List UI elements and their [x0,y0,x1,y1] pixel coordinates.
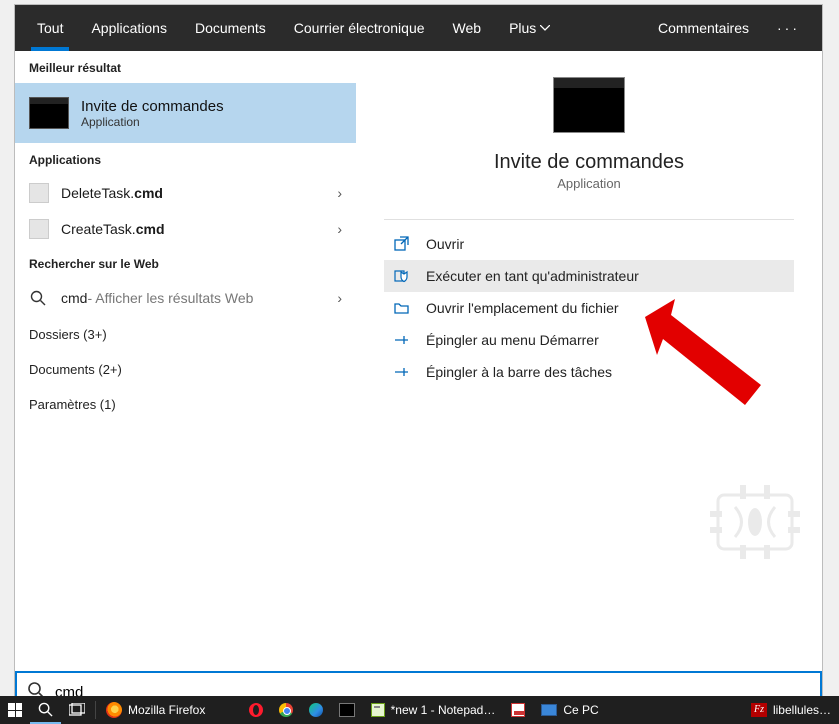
taskbar-filezilla[interactable]: Fz libellules… [743,696,839,724]
apps-header: Applications [15,143,356,175]
more-options-button[interactable]: ··· [763,20,814,36]
tab-web[interactable]: Web [439,5,496,51]
watermark-icon [710,477,800,567]
filezilla-icon: Fz [751,703,767,717]
category-folders[interactable]: Dossiers (3+) [15,317,356,352]
taskbar-chrome[interactable] [271,696,301,724]
app-result-createtask[interactable]: CreateTask.cmd › [15,211,356,247]
chevron-right-icon[interactable]: › [337,290,342,306]
cmd-app-icon [29,97,69,129]
chevron-down-icon [540,25,550,31]
taskbar-this-pc-label: Ce PC [563,703,598,717]
taskbar-this-pc[interactable]: Ce PC [533,696,606,724]
results-left-column: Meilleur résultat Invite de commandes Ap… [15,51,356,645]
search-icon [29,289,47,307]
app-result-deletetask[interactable]: DeleteTask.cmd › [15,175,356,211]
best-match-header: Meilleur résultat [15,51,356,83]
taskbar-search-button[interactable] [30,696,61,724]
windows-logo-icon [8,703,22,717]
chevron-right-icon[interactable]: › [337,221,342,237]
action-pin-start-label: Épingler au menu Démarrer [426,332,599,348]
taskbar-notepadpp[interactable]: *new 1 - Notepad… [363,696,504,724]
web-search-header: Rechercher sur le Web [15,247,356,279]
tab-more-label: Plus [509,20,536,36]
edge-icon [309,703,323,717]
app-result-label: CreateTask.cmd [61,221,165,237]
taskbar-firefox[interactable]: Mozilla Firefox [98,696,213,724]
notepadpp-icon [371,703,385,717]
best-match-title: Invite de commandes [81,98,224,115]
tab-email[interactable]: Courrier électronique [280,5,439,51]
taskbar-edge[interactable] [301,696,331,724]
filter-tabbar: Tout Applications Documents Courrier éle… [15,5,822,51]
taskbar: Mozilla Firefox *new 1 - Notepad… Ce PC … [0,696,839,724]
taskbar-filezilla-label: libellules… [773,703,831,717]
chevron-right-icon[interactable]: › [337,185,342,201]
cmd-icon [339,703,355,717]
web-search-hint: - Afficher les résultats Web [87,290,253,306]
app-large-icon [553,77,625,133]
pin-icon [392,364,412,380]
task-view-icon [69,703,85,717]
action-open[interactable]: Ouvrir [384,228,794,260]
action-run-as-admin-label: Exécuter en tant qu'administrateur [426,268,639,284]
tab-all[interactable]: Tout [23,5,77,51]
details-pane: Invite de commandes Application Ouvrir E… [356,51,822,645]
taskbar-firefox-label: Mozilla Firefox [128,703,205,717]
web-search-item[interactable]: cmd - Afficher les résultats Web › [15,279,356,317]
taskbar-opera[interactable] [241,696,271,724]
tab-more[interactable]: Plus [495,5,564,51]
file-red-icon [511,703,525,717]
task-view-button[interactable] [61,696,93,724]
category-settings[interactable]: Paramètres (1) [15,387,356,422]
tab-documents[interactable]: Documents [181,5,280,51]
this-pc-icon [541,704,557,716]
chrome-icon [279,703,293,717]
best-match-item[interactable]: Invite de commandes Application [15,83,356,143]
best-match-subtitle: Application [81,115,224,129]
divider [384,219,794,220]
shield-admin-icon [392,268,412,284]
opera-icon [249,703,263,717]
app-subtitle: Application [384,176,794,191]
action-open-label: Ouvrir [426,236,464,252]
results-body: Meilleur résultat Invite de commandes Ap… [15,51,822,645]
tab-applications[interactable]: Applications [77,5,181,51]
app-title: Invite de commandes [384,151,794,174]
taskbar-separator [95,701,96,719]
feedback-link[interactable]: Commentaires [644,5,763,51]
action-pin-taskbar[interactable]: Épingler à la barre des tâches [384,356,794,388]
action-run-as-admin[interactable]: Exécuter en tant qu'administrateur [384,260,794,292]
firefox-icon [106,702,122,718]
action-pin-start[interactable]: Épingler au menu Démarrer [384,324,794,356]
taskbar-file[interactable] [503,696,533,724]
action-pin-taskbar-label: Épingler à la barre des tâches [426,364,612,380]
web-search-query: cmd [61,290,87,306]
app-result-label: DeleteTask.cmd [61,185,163,201]
open-icon [392,236,412,252]
taskbar-cmd[interactable] [331,696,363,724]
file-icon [29,219,49,239]
search-icon [38,702,53,717]
pin-icon [392,332,412,348]
file-icon [29,183,49,203]
category-documents[interactable]: Documents (2+) [15,352,356,387]
start-button[interactable] [0,696,30,724]
folder-icon [392,300,412,316]
taskbar-notepadpp-label: *new 1 - Notepad… [391,703,496,717]
best-match-text: Invite de commandes Application [81,98,224,129]
action-open-file-location[interactable]: Ouvrir l'emplacement du fichier [384,292,794,324]
search-window: Tout Applications Documents Courrier éle… [14,4,823,714]
action-open-file-location-label: Ouvrir l'emplacement du fichier [426,300,619,316]
